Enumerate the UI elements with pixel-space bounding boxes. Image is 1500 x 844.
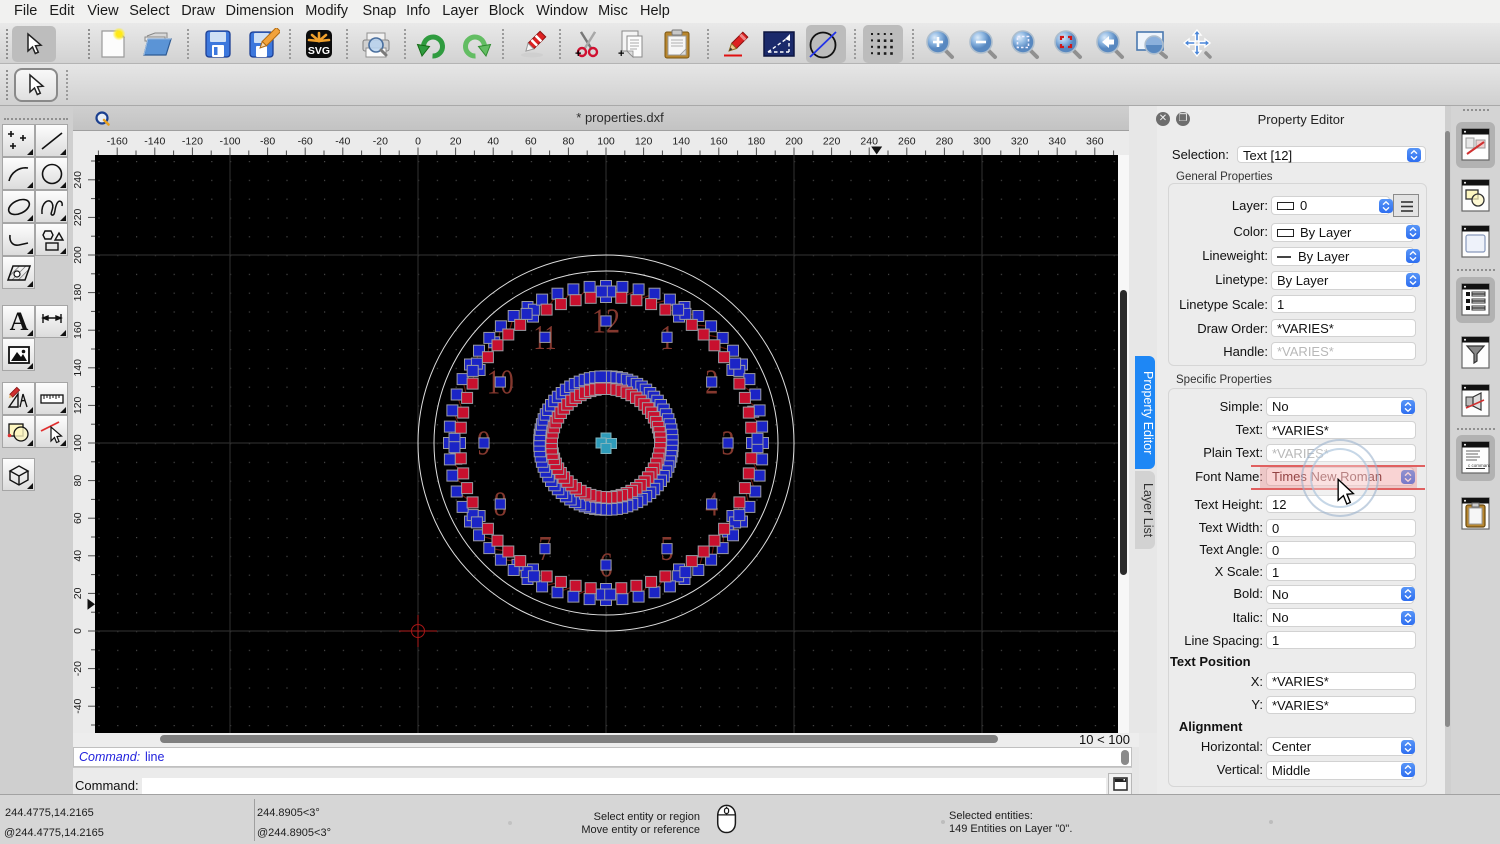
svg-text:-20: -20 (373, 136, 388, 148)
svg-text:+: + (618, 48, 624, 60)
svg-text:180: 180 (748, 136, 766, 148)
svg-text:100: 100 (73, 434, 84, 452)
svg-text:40: 40 (487, 136, 499, 148)
svg-text:180: 180 (73, 284, 84, 302)
svg-text:140: 140 (672, 136, 690, 148)
svg-text:SVG: SVG (308, 45, 330, 57)
svg-text:-140: -140 (144, 136, 165, 148)
svg-text:0: 0 (415, 136, 421, 148)
svg-text:-160: -160 (107, 136, 128, 148)
svg-text:160: 160 (73, 321, 84, 339)
svg-text:120: 120 (635, 136, 653, 148)
svg-text:40: 40 (73, 550, 84, 562)
svg-text:160: 160 (710, 136, 728, 148)
svg-text:100: 100 (597, 136, 615, 148)
svg-text:20: 20 (450, 136, 462, 148)
svg-text:c command: c command (1468, 463, 1490, 468)
svg-text:A: A (10, 309, 29, 335)
svg-text:+: + (575, 48, 581, 60)
svg-text:140: 140 (73, 359, 84, 377)
svg-text:-60: -60 (298, 136, 313, 148)
svg-text:260: 260 (898, 136, 916, 148)
svg-text:320: 320 (1011, 136, 1029, 148)
svg-text:220: 220 (73, 208, 84, 226)
svg-text:-80: -80 (260, 136, 275, 148)
svg-text:240: 240 (860, 136, 878, 148)
svg-text:80: 80 (563, 136, 575, 148)
svg-text:-40: -40 (73, 698, 84, 713)
svg-text:120: 120 (73, 396, 84, 414)
svg-text:-20: -20 (73, 661, 84, 676)
svg-text:-40: -40 (335, 136, 350, 148)
svg-text:80: 80 (73, 475, 84, 487)
svg-text:0: 0 (73, 628, 84, 634)
svg-text:300: 300 (973, 136, 991, 148)
svg-text:20: 20 (73, 587, 84, 599)
svg-text:280: 280 (936, 136, 954, 148)
svg-text:60: 60 (525, 136, 537, 148)
svg-text:200: 200 (785, 136, 803, 148)
svg-text:220: 220 (823, 136, 841, 148)
svg-text:60: 60 (73, 512, 84, 524)
svg-text:-120: -120 (182, 136, 203, 148)
svg-text:-100: -100 (219, 136, 240, 148)
svg-text:200: 200 (73, 246, 84, 264)
svg-text:240: 240 (73, 171, 84, 189)
